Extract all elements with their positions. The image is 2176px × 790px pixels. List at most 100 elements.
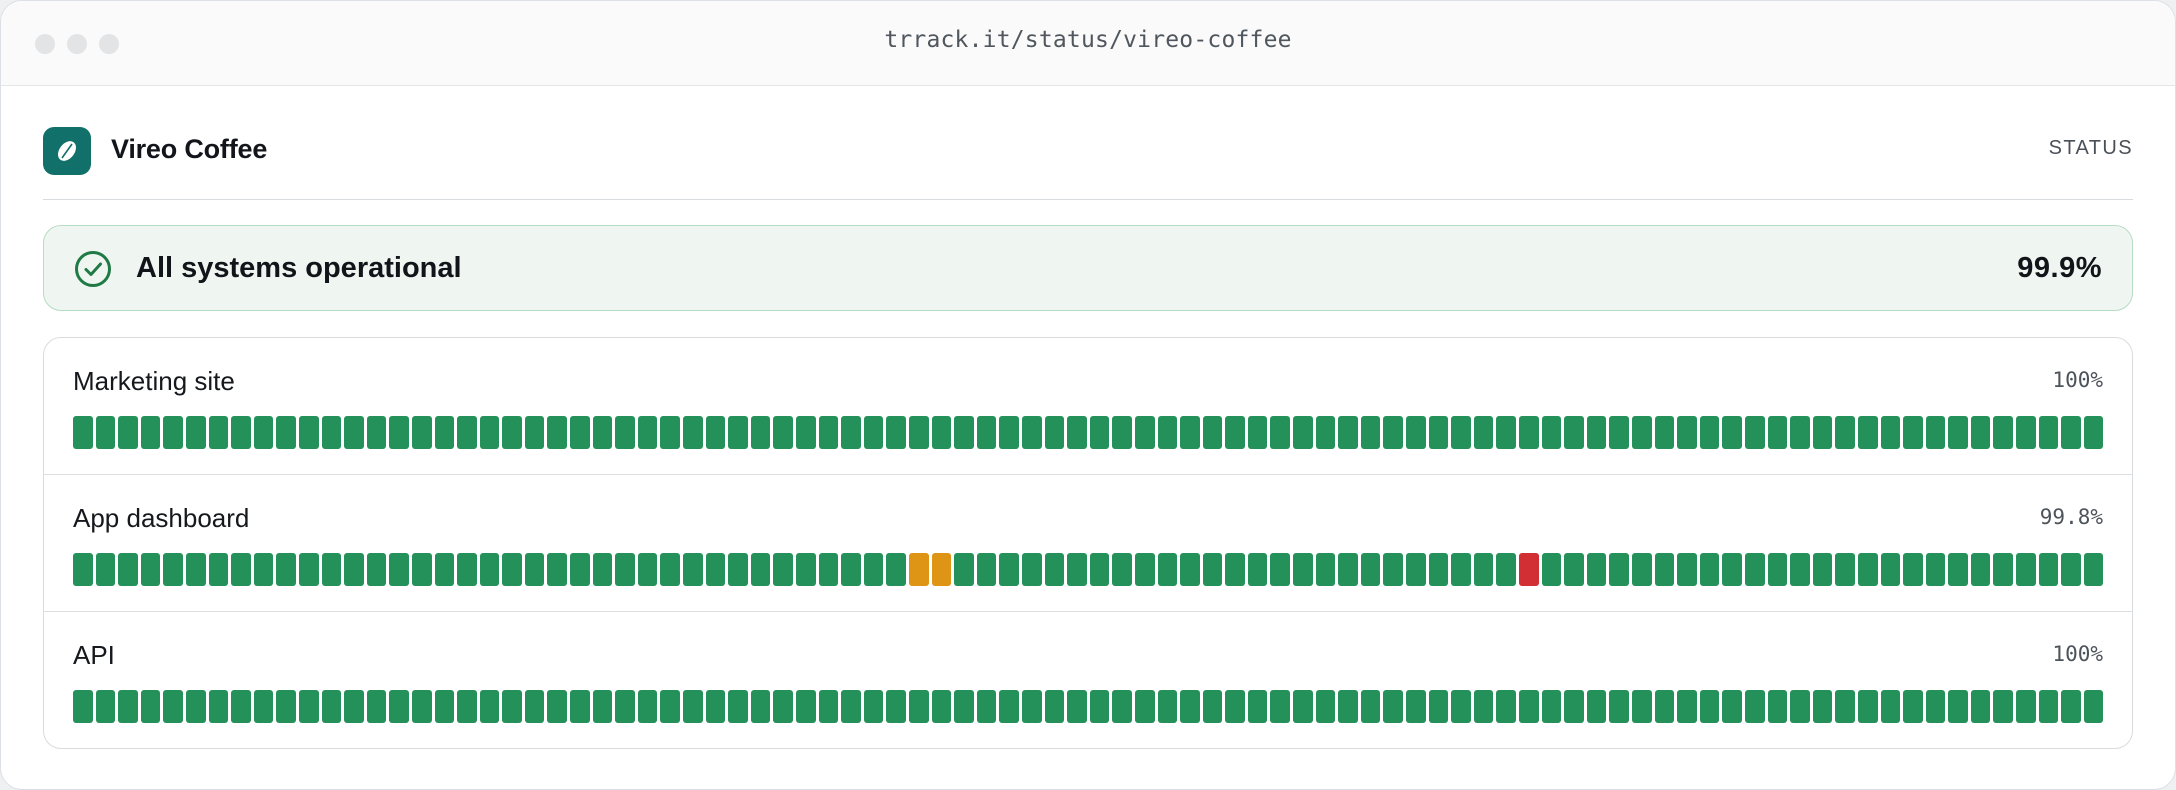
uptime-day-bar-ok[interactable] — [344, 416, 364, 449]
uptime-day-bar-ok[interactable] — [1564, 553, 1584, 586]
uptime-day-bar-ok[interactable] — [1744, 690, 1765, 723]
uptime-day-bar-ok[interactable] — [1021, 690, 1042, 723]
uptime-day-bar-ok[interactable] — [208, 690, 229, 723]
uptime-day-bar-ok[interactable] — [1654, 690, 1675, 723]
uptime-day-bar-ok[interactable] — [931, 690, 952, 723]
uptime-day-bar-ok[interactable] — [728, 690, 748, 723]
uptime-day-bar-ok[interactable] — [95, 690, 116, 723]
uptime-day-bar-ok[interactable] — [818, 553, 839, 586]
uptime-day-bar-ok[interactable] — [592, 690, 613, 723]
uptime-day-bar-ok[interactable] — [1835, 553, 1855, 586]
uptime-day-bar-ok[interactable] — [1767, 416, 1788, 449]
uptime-day-bar-ok[interactable] — [1428, 690, 1449, 723]
uptime-day-bar-ok[interactable] — [231, 553, 251, 586]
uptime-day-bar-ok[interactable] — [118, 690, 138, 723]
uptime-day-bar-ok[interactable] — [524, 416, 545, 449]
uptime-day-bar-ok[interactable] — [818, 690, 839, 723]
uptime-day-bar-ok[interactable] — [1767, 553, 1788, 586]
uptime-day-bar-ok[interactable] — [1089, 553, 1110, 586]
uptime-day-bar-ok[interactable] — [140, 553, 161, 586]
uptime-day-bar-ok[interactable] — [1970, 553, 1991, 586]
uptime-day-bar-ok[interactable] — [434, 690, 455, 723]
uptime-day-bar-ok[interactable] — [2061, 690, 2081, 723]
uptime-day-bar-ok[interactable] — [1270, 553, 1291, 586]
uptime-day-bar-ok[interactable] — [253, 416, 274, 449]
uptime-day-bar-ok[interactable] — [1089, 416, 1110, 449]
uptime-day-bar-ok[interactable] — [1496, 690, 1516, 723]
uptime-day-bar-ok[interactable] — [547, 690, 568, 723]
uptime-day-bar-ok[interactable] — [1835, 416, 1855, 449]
uptime-day-bar-ok[interactable] — [570, 690, 590, 723]
uptime-day-bar-ok[interactable] — [1519, 690, 1539, 723]
uptime-day-bar-ok[interactable] — [1360, 416, 1381, 449]
uptime-day-bar-ok[interactable] — [185, 553, 206, 586]
uptime-day-bar-ok[interactable] — [1609, 416, 1629, 449]
uptime-day-bar-ok[interactable] — [1134, 690, 1155, 723]
uptime-day-bar-ok[interactable] — [1202, 553, 1223, 586]
uptime-day-bar-ok[interactable] — [1293, 690, 1313, 723]
uptime-day-bar-ok[interactable] — [773, 553, 793, 586]
uptime-day-bar-ok[interactable] — [389, 690, 409, 723]
uptime-day-bar-ok[interactable] — [1857, 690, 1878, 723]
uptime-day-bar-ok[interactable] — [411, 690, 432, 723]
uptime-day-bar-ok[interactable] — [1564, 690, 1584, 723]
uptime-day-bar-ok[interactable] — [163, 690, 183, 723]
uptime-day-bar-ok[interactable] — [457, 553, 477, 586]
uptime-day-bar-ok[interactable] — [502, 416, 522, 449]
uptime-day-bar-ok[interactable] — [660, 416, 681, 449]
uptime-day-bar-ok[interactable] — [1315, 553, 1336, 586]
uptime-day-bar-ok[interactable] — [1744, 416, 1765, 449]
uptime-day-bar-ok[interactable] — [1722, 690, 1742, 723]
uptime-day-bar-ok[interactable] — [773, 690, 793, 723]
uptime-day-bar-ok[interactable] — [1948, 416, 1968, 449]
uptime-day-bar-degraded[interactable] — [931, 553, 952, 586]
uptime-day-bar-ok[interactable] — [1202, 416, 1223, 449]
uptime-day-bar-ok[interactable] — [479, 553, 500, 586]
uptime-day-bar-ok[interactable] — [457, 690, 477, 723]
uptime-day-bar-ok[interactable] — [1293, 553, 1313, 586]
uptime-day-bar-ok[interactable] — [1473, 553, 1494, 586]
uptime-day-bar-ok[interactable] — [1586, 553, 1607, 586]
uptime-day-bar-ok[interactable] — [298, 553, 319, 586]
uptime-day-bar-ok[interactable] — [1586, 416, 1607, 449]
uptime-day-bar-ok[interactable] — [366, 416, 387, 449]
uptime-day-bar-ok[interactable] — [1428, 416, 1449, 449]
uptime-day-bar-ok[interactable] — [1880, 690, 1901, 723]
uptime-day-bar-ok[interactable] — [1925, 553, 1946, 586]
uptime-day-bar-ok[interactable] — [1134, 553, 1155, 586]
uptime-day-bar-ok[interactable] — [796, 553, 816, 586]
uptime-day-bar-ok[interactable] — [1451, 416, 1471, 449]
uptime-day-bar-ok[interactable] — [1225, 553, 1245, 586]
uptime-day-bar-ok[interactable] — [1112, 690, 1132, 723]
uptime-day-bar-ok[interactable] — [1383, 416, 1404, 449]
uptime-day-bar-ok[interactable] — [321, 416, 342, 449]
uptime-day-bar-ok[interactable] — [73, 416, 93, 449]
uptime-day-bar-ok[interactable] — [2038, 690, 2059, 723]
uptime-day-bar-ok[interactable] — [1157, 416, 1178, 449]
uptime-day-bar-ok[interactable] — [954, 553, 974, 586]
uptime-day-bar-ok[interactable] — [818, 416, 839, 449]
uptime-day-bar-ok[interactable] — [1903, 416, 1923, 449]
uptime-day-bar-ok[interactable] — [1541, 553, 1562, 586]
uptime-day-bar-ok[interactable] — [750, 690, 771, 723]
uptime-day-bar-ok[interactable] — [1225, 690, 1245, 723]
uptime-day-bar-ok[interactable] — [1835, 690, 1855, 723]
uptime-day-bar-ok[interactable] — [1970, 690, 1991, 723]
uptime-day-bar-ok[interactable] — [389, 416, 409, 449]
uptime-day-bar-ok[interactable] — [1473, 690, 1494, 723]
uptime-day-bar-ok[interactable] — [479, 416, 500, 449]
uptime-day-bar-ok[interactable] — [1247, 416, 1268, 449]
uptime-day-bar-ok[interactable] — [208, 553, 229, 586]
uptime-day-bar-ok[interactable] — [411, 416, 432, 449]
uptime-day-bar-ok[interactable] — [1812, 553, 1833, 586]
uptime-day-bar-ok[interactable] — [1970, 416, 1991, 449]
uptime-day-bar-ok[interactable] — [479, 690, 500, 723]
uptime-day-bar-ok[interactable] — [389, 553, 409, 586]
uptime-day-bar-ok[interactable] — [434, 553, 455, 586]
uptime-day-bar-ok[interactable] — [954, 690, 974, 723]
uptime-day-bar-ok[interactable] — [1293, 416, 1313, 449]
uptime-day-bar-ok[interactable] — [1315, 690, 1336, 723]
uptime-day-bar-ok[interactable] — [524, 553, 545, 586]
uptime-day-bar-ok[interactable] — [637, 553, 658, 586]
uptime-day-bar-ok[interactable] — [637, 690, 658, 723]
